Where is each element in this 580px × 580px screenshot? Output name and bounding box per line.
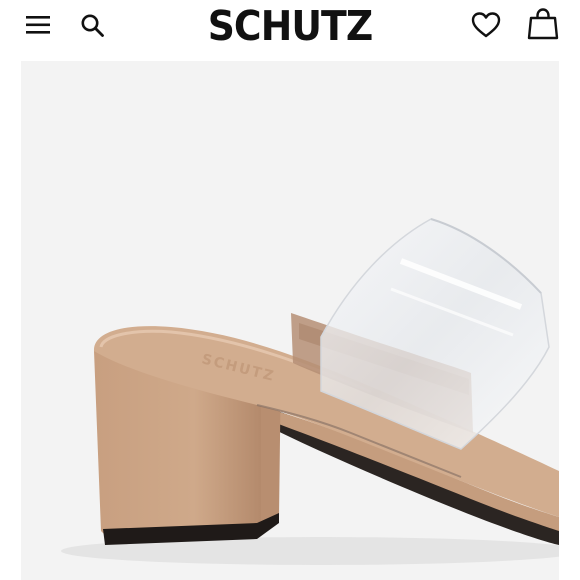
product-image[interactable]: SCHUTZ (21, 61, 559, 580)
shopping-bag-icon[interactable] (527, 7, 559, 41)
heart-icon[interactable] (470, 9, 502, 41)
top-navigation-bar: SCHUTZ (0, 0, 580, 60)
